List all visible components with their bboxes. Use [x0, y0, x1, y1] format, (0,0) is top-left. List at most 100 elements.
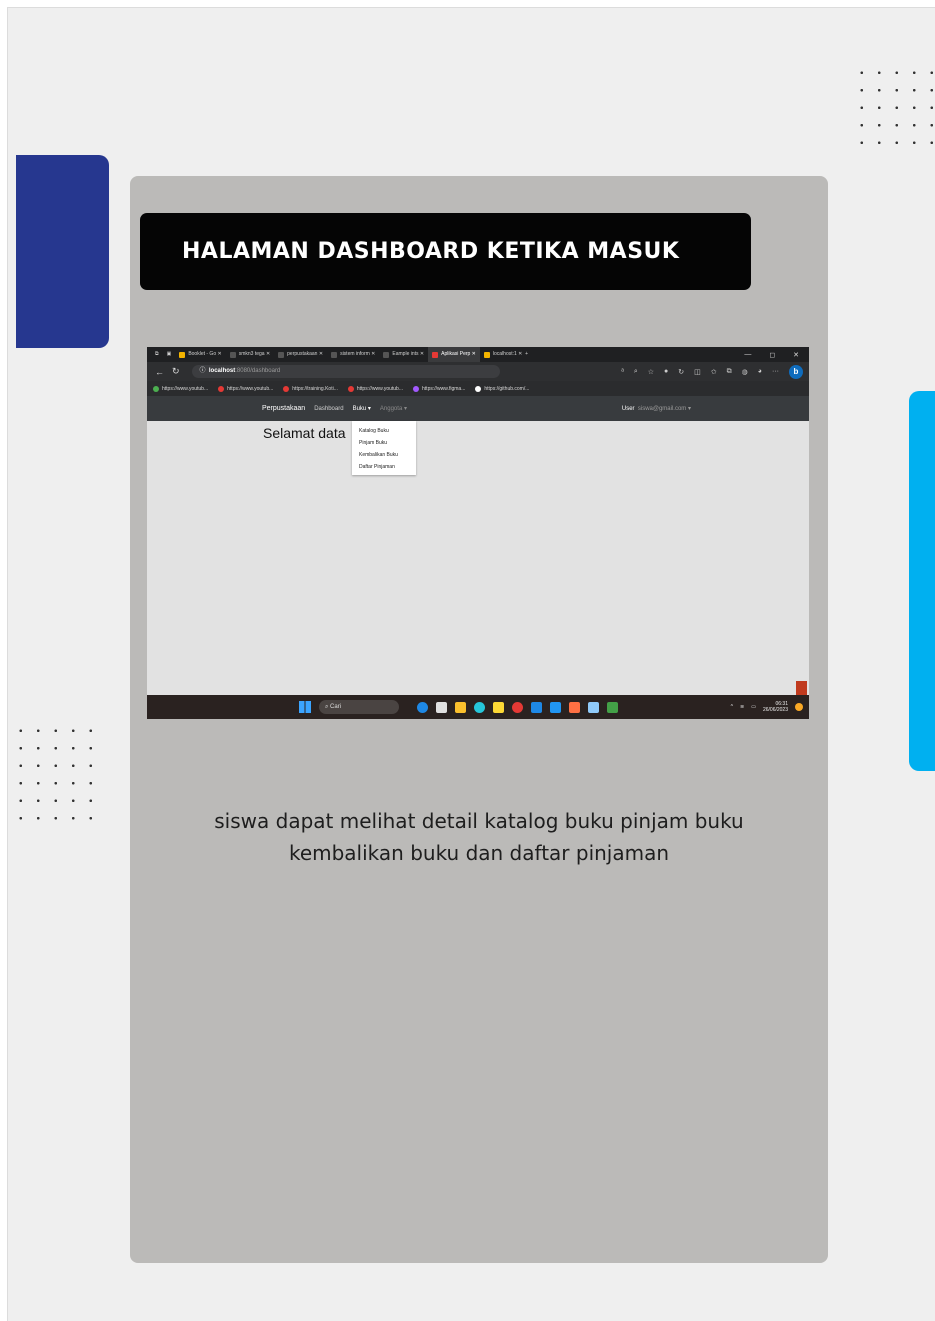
- browser-tab: perpustakaan ✕: [274, 347, 327, 362]
- drive-icon: [179, 351, 186, 358]
- description-text: siswa dapat melihat detail katalog buku …: [130, 805, 828, 869]
- site-icon: [283, 385, 290, 392]
- maximize-icon: ◻: [769, 351, 776, 359]
- right-accent-shape: [909, 391, 935, 771]
- close-icon: ✕: [793, 351, 799, 359]
- site-icon: [278, 351, 285, 358]
- site-icon: [331, 351, 338, 358]
- title-banner: HALAMAN DASHBOARD KETIKA MASUK: [140, 213, 751, 290]
- search-label: Cari: [330, 704, 342, 710]
- taskbar-clock: 06:31 26/06/2023: [763, 701, 788, 713]
- browser-extensions: ᵃ ⌕ ☆ ● ↻ ◫ ✩ ⧉ ◍ ◕ ··· b: [621, 364, 809, 379]
- profile-icon: ◕: [757, 368, 762, 375]
- folder-icon: [493, 701, 504, 713]
- bookmark-label: https://www.figma...: [422, 385, 466, 392]
- document-page: HALAMAN DASHBOARD KETIKA MASUK ⧉ ▣ Bookl…: [7, 7, 935, 1321]
- url-field: ⓘ localhost:8080/dashboard: [191, 365, 500, 378]
- back-arrow-icon: ←: [155, 366, 164, 377]
- browser-tab: Eample ints ✕: [379, 347, 428, 362]
- system-tray: ^ ≋ ▭ 06:31 26/06/2023: [731, 701, 809, 713]
- tab-label: sistem inform: [340, 351, 370, 357]
- taskbar-apps: [417, 701, 618, 713]
- github-icon: [475, 385, 482, 392]
- bookmark-item: https://github.com/...: [475, 385, 530, 392]
- split-screen-icon: ◫: [694, 368, 701, 376]
- bookmark-item: https://www.figma...: [413, 385, 466, 392]
- browser-tab-active: Aplikasi Perp ✕: [428, 347, 480, 362]
- localhost-icon: [483, 351, 490, 358]
- collections-icon: ⧉: [726, 367, 732, 375]
- tab-label: Eample ints: [392, 351, 419, 357]
- bookmark-label: https://www.youtub...: [162, 385, 209, 392]
- bing-icon: b: [789, 364, 803, 379]
- site-icon: [383, 351, 390, 358]
- app-icon: [432, 351, 439, 358]
- app-icon: [588, 701, 599, 713]
- more-icon: ···: [772, 368, 779, 375]
- nav-buku: Buku ▾: [352, 406, 371, 412]
- app-icon: [417, 701, 428, 713]
- welcome-text: Selamat data: [263, 425, 346, 441]
- bookmark-item: https://www.youtub...: [153, 385, 209, 392]
- app-icon: [455, 701, 466, 713]
- tab-label: Aplikasi Perp: [441, 351, 471, 357]
- app-icon: [569, 701, 580, 713]
- user-menu: User siswa@gmail.com ▾: [622, 405, 691, 412]
- reload-icon: ↻: [172, 366, 180, 376]
- dot-pattern-bottom-left: [12, 722, 100, 822]
- dropdown-item-kembalikan: Kembalikan Buku: [359, 452, 398, 458]
- browser-tab: smkn3 tega ✕: [226, 347, 274, 362]
- shield-icon: ●: [664, 368, 669, 375]
- app-brand: Perpustakaan: [262, 405, 306, 412]
- site-icon: [229, 351, 236, 358]
- buku-dropdown-menu: Katalog Buku Pinjam Buku Kembalikan Buku…: [352, 421, 416, 475]
- app-navbar: Perpustakaan Dashboard Buku ▾ Anggota ▾ …: [147, 396, 809, 421]
- battery-icon: ▭: [751, 704, 756, 710]
- favorite-star-icon: ☆: [647, 368, 655, 376]
- browser-tab: sistem inform ✕: [327, 347, 379, 362]
- bookmarks-bar: https://www.youtub... https://www.youtub…: [147, 381, 809, 396]
- windows-taskbar: ⌕ Cari ^ ≋ ▭ 06:31 26/06/2023: [147, 695, 809, 719]
- nav-anggota: Anggota ▾: [379, 406, 407, 412]
- app-icon: [607, 701, 618, 713]
- bookmark-label: https://training.Koti...: [292, 385, 338, 392]
- bookmark-label: https://www.youtub...: [356, 385, 404, 392]
- caption-line-1: siswa dapat melihat detail katalog buku …: [214, 809, 744, 833]
- tab-label: smkn3 tega: [238, 351, 265, 357]
- bookmark-label: https://www.youtub...: [227, 385, 274, 392]
- user-email: siswa@gmail.com ▾: [637, 406, 691, 412]
- dot-pattern-top-right: [853, 64, 935, 159]
- window-controls: — ◻ ✕: [744, 351, 809, 359]
- browser-tab: localhost:1 ✕ +: [480, 347, 532, 362]
- dashboard-screenshot: ⧉ ▣ Booklet - Go ✕ smkn3 tega ✕ perpusta…: [147, 347, 809, 719]
- user-role: User: [621, 406, 635, 412]
- tab-actions-icon: ▣: [166, 351, 172, 357]
- clock-date: 26/06/2023: [762, 707, 788, 713]
- corner-app-icon: [796, 681, 807, 695]
- bookmark-item: https://www.youtub...: [347, 385, 404, 392]
- workspace-icon: ⧉: [155, 351, 159, 357]
- bookmark-item: https://training.Koti...: [283, 385, 338, 392]
- browser-address-bar: ← ↻ ⓘ localhost:8080/dashboard ᵃ ⌕ ☆ ● ↻…: [147, 362, 809, 381]
- zoom-icon: ⌕: [633, 367, 638, 375]
- opera-icon: [512, 701, 523, 713]
- windows-start-icon: [299, 701, 311, 713]
- refresh-icon: ↻: [678, 368, 685, 376]
- caption-line-2: kembalikan buku dan daftar pinjaman: [288, 841, 670, 865]
- bookmark-label: https://github.com/...: [484, 385, 530, 392]
- read-aloud-icon: ᵃ: [621, 368, 624, 375]
- nav-dashboard: Dashboard: [314, 405, 344, 412]
- content-card: HALAMAN DASHBOARD KETIKA MASUK ⧉ ▣ Bookl…: [130, 176, 828, 1263]
- chevron-up-icon: ^: [730, 704, 734, 710]
- notification-icon: [795, 703, 803, 711]
- dropdown-item-katalog: Katalog Buku: [359, 428, 389, 434]
- dropdown-item-pinjam: Pinjam Buku: [359, 440, 388, 446]
- minimize-icon: —: [744, 350, 752, 358]
- browser-tab: Booklet - Go ✕: [175, 347, 225, 362]
- tab-label: perpustakaan: [287, 351, 318, 357]
- url-path: :8080/dashboard: [235, 368, 281, 374]
- browser-tab-bar: ⧉ ▣ Booklet - Go ✕ smkn3 tega ✕ perpusta…: [147, 347, 809, 362]
- wifi-icon: ≋: [740, 704, 745, 710]
- tab-label: Booklet - Go: [188, 351, 217, 357]
- extensions-icon: ◍: [741, 368, 748, 376]
